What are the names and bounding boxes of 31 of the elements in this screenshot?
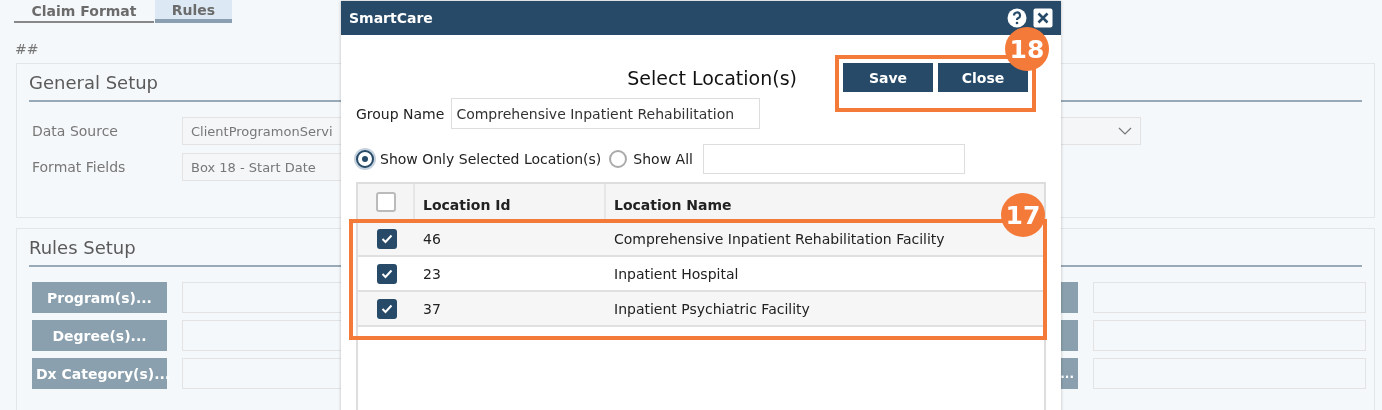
table-cell: 37 [423,300,441,317]
radio-label[interactable]: Show All [633,151,693,167]
dialog-button[interactable]: Save [843,63,933,92]
table-cell: Inpatient Psychiatric Facility [614,300,810,317]
column-header[interactable]: Location Name [614,197,732,213]
row-checkbox[interactable] [376,263,397,284]
radio-label[interactable]: Show Only Selected Location(s) [380,151,602,167]
dialog-button[interactable]: Close [938,63,1028,92]
tab[interactable]: Rules [155,0,232,23]
radio-button[interactable] [356,150,374,168]
field-label: Format Fields [31,159,127,175]
check-icon [380,303,393,314]
row-checkbox[interactable] [376,298,397,319]
radio-button[interactable] [609,150,628,168]
group-name-input[interactable]: Comprehensive Inpatient Rehabilitation [451,98,761,129]
field-label: Group Name [356,105,445,122]
field-label: Data Source [31,123,119,139]
check-icon [380,268,393,279]
close-icon[interactable] [1033,8,1053,28]
page-marker: ## [15,41,39,59]
check-icon [380,233,393,244]
tab[interactable]: Claim Format [14,0,154,23]
chevron-down-icon [1118,127,1132,135]
select-all-checkbox[interactable] [375,192,396,212]
table-cell: Inpatient Hospital [614,265,739,282]
column-header[interactable]: Location Id [423,197,511,213]
search-input[interactable] [702,144,965,174]
help-icon[interactable] [1007,8,1027,28]
table-cell: 23 [423,265,441,282]
dialog-title: SmartCare [349,10,434,26]
row-checkbox[interactable] [376,228,397,249]
